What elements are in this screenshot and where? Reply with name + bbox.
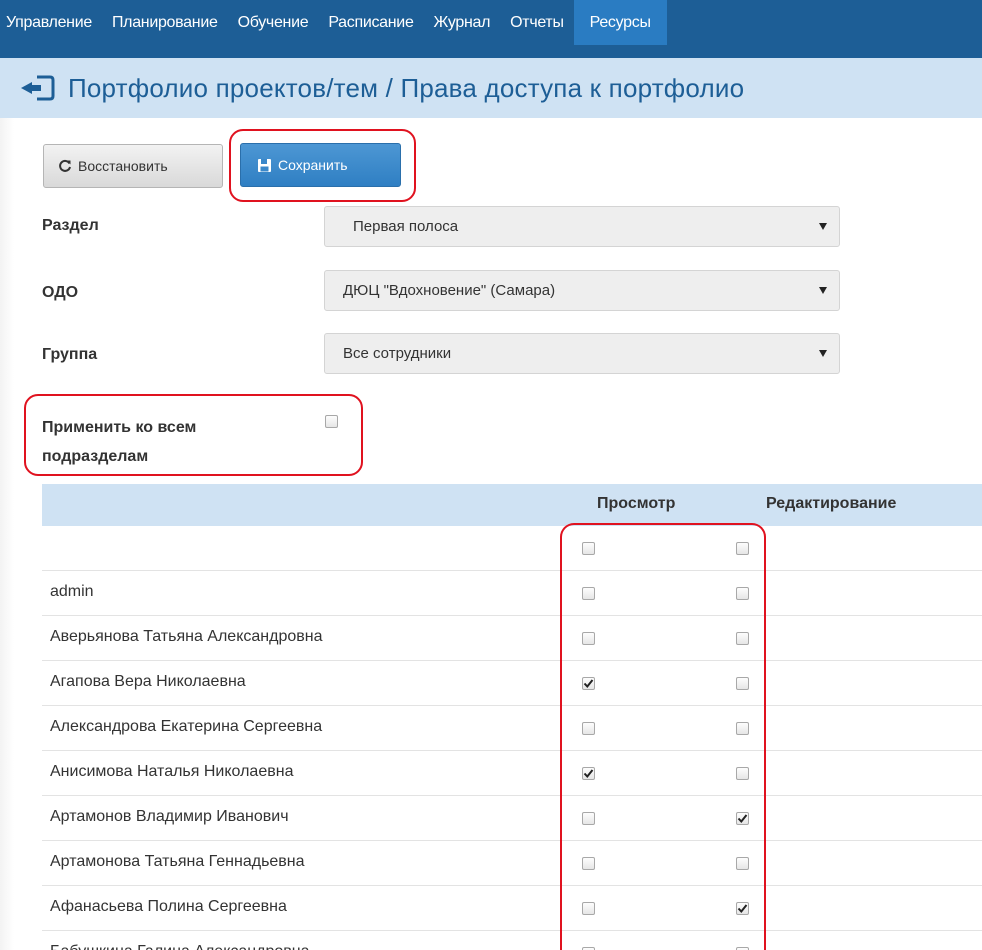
table-row: Александрова Екатерина Сергеевна [42,706,982,751]
refresh-icon [58,159,72,173]
top-navigation: Управление Планирование Обучение Расписа… [0,0,982,58]
edit-checkbox[interactable] [736,812,749,825]
edit-checkbox[interactable] [736,587,749,600]
nav-item-management[interactable]: Управление [0,0,102,45]
user-name: Артамонов Владимир Иванович [50,808,289,825]
view-checkbox[interactable] [582,767,595,780]
save-icon [257,158,272,173]
column-edit-header: Редактирование [766,495,897,512]
table-row [42,526,982,571]
group-label: Группа [42,346,98,363]
nav-menu: Управление Планирование Обучение Расписа… [0,0,667,45]
view-checkbox[interactable] [582,677,595,690]
chevron-down-icon [819,223,827,230]
nav-item-schedule[interactable]: Расписание [318,0,423,45]
page-title: Портфолио проектов/тем / Права доступа к… [68,72,745,103]
nav-item-learning[interactable]: Обучение [228,0,319,45]
view-checkbox[interactable] [582,722,595,735]
apply-all-label-line2: подразделам [42,448,149,465]
back-icon[interactable] [18,73,56,103]
edit-checkbox[interactable] [736,722,749,735]
save-label: Сохранить [278,157,348,173]
org-select-value: ДЮЦ "Вдохновение" (Самара) [343,282,556,299]
user-name: Агапова Вера Николаевна [50,673,246,690]
user-name: Анисимова Наталья Николаевна [50,763,294,780]
table-row: Бабушкина Галина Александровна [42,931,982,950]
panel-edge [0,118,14,950]
user-name: Аверьянова Татьяна Александровна [50,628,323,645]
section-select[interactable]: Первая полоса [324,206,840,247]
table-row: Анисимова Наталья Николаевна [42,751,982,796]
user-name: Артамонова Татьяна Геннадьевна [50,853,305,870]
nav-item-planning[interactable]: Планирование [102,0,228,45]
edit-checkbox[interactable] [736,767,749,780]
chevron-down-icon [819,350,827,357]
view-checkbox[interactable] [582,857,595,870]
nav-item-resources[interactable]: Ресурсы [573,0,667,45]
apply-all-label-line1: Применить ко всем [42,419,197,436]
nav-item-journal[interactable]: Журнал [424,0,501,45]
table-row: Аверьянова Татьяна Александровна [42,616,982,661]
table-row: admin [42,571,982,616]
chevron-down-icon [819,287,827,294]
edit-checkbox[interactable] [736,857,749,870]
section-select-value: Первая полоса [353,218,459,235]
restore-label: Восстановить [78,158,168,174]
user-name: Бабушкина Галина Александровна [50,943,309,950]
org-select[interactable]: ДЮЦ "Вдохновение" (Самара) [324,270,840,311]
org-label: ОДО [42,284,79,301]
page-header: Портфолио проектов/тем / Права доступа к… [0,58,982,118]
section-label: Раздел [42,217,99,234]
apply-all-checkbox[interactable] [325,415,338,428]
table-row: Артамонов Владимир Иванович [42,796,982,841]
table-row: Артамонова Татьяна Геннадьевна [42,841,982,886]
view-checkbox[interactable] [582,812,595,825]
group-select[interactable]: Все сотрудники [324,333,840,374]
table-row: Агапова Вера Николаевна [42,661,982,706]
apply-all-label: Применить ко всем подразделам [42,413,196,471]
restore-button[interactable]: Восстановить [43,144,223,188]
table-row: Афанасьева Полина Сергеевна [42,886,982,931]
view-checkbox[interactable] [582,632,595,645]
view-checkbox[interactable] [582,587,595,600]
user-name: Афанасьева Полина Сергеевна [50,898,287,915]
save-button[interactable]: Сохранить [240,143,401,187]
edit-checkbox[interactable] [736,632,749,645]
permissions-table: admin Аверьянова Татьяна Александровна Ага… [42,526,982,950]
column-view-header: Просмотр [597,495,676,512]
view-checkbox[interactable] [582,902,595,915]
group-select-value: Все сотрудники [343,345,452,362]
user-name: Александрова Екатерина Сергеевна [50,718,323,735]
edit-checkbox[interactable] [736,677,749,690]
user-name: admin [50,583,94,600]
nav-item-reports[interactable]: Отчеты [500,0,574,45]
view-checkbox[interactable] [582,542,595,555]
edit-checkbox[interactable] [736,542,749,555]
edit-checkbox[interactable] [736,902,749,915]
